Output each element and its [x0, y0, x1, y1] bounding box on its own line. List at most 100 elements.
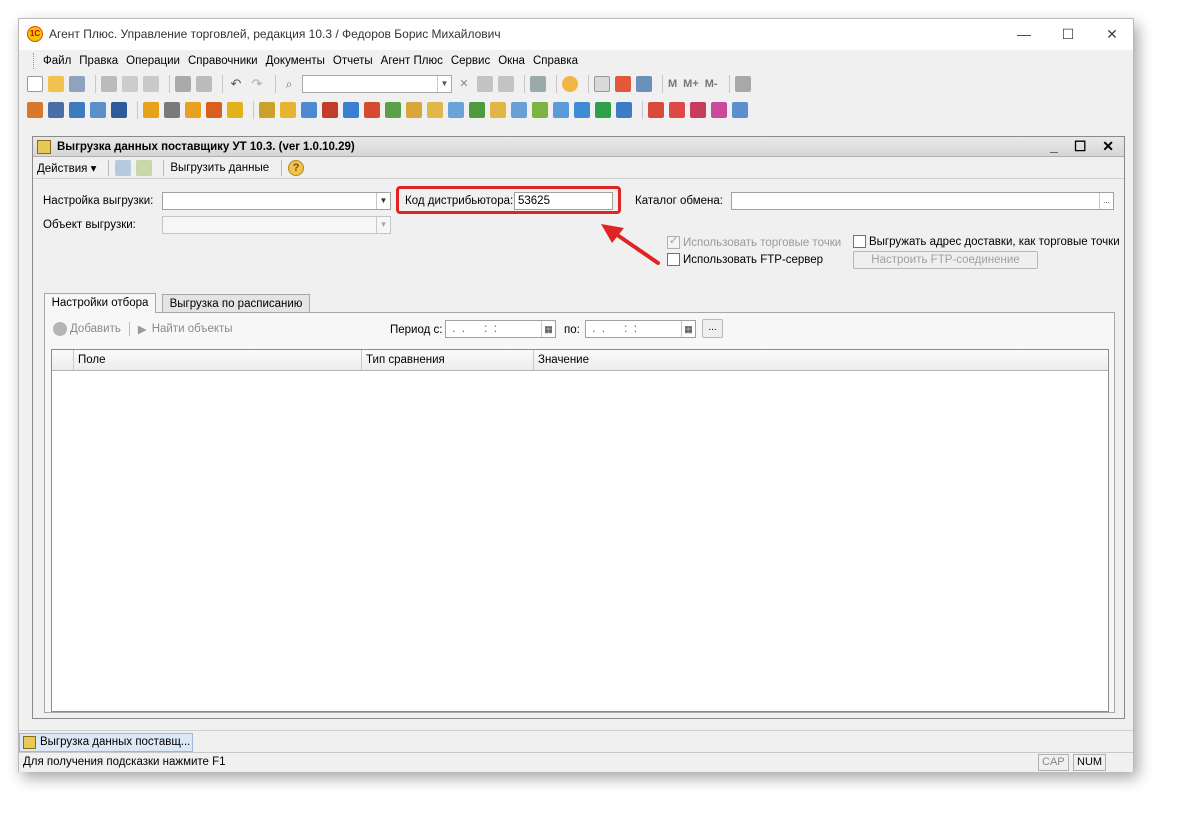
agent-action-icon[interactable]: [385, 102, 401, 118]
menu-reports[interactable]: Отчеты: [333, 55, 373, 67]
memory-plus-button[interactable]: M+: [683, 78, 699, 90]
agent-action-icon[interactable]: [111, 102, 127, 118]
print-preview-icon[interactable]: [196, 76, 212, 92]
agent-action-icon[interactable]: [143, 102, 159, 118]
export-delivery-address-checkbox[interactable]: Выгружать адрес доставки, как торговые т…: [853, 235, 1120, 248]
menu-help[interactable]: Справка: [533, 55, 578, 67]
column-value[interactable]: Значение: [534, 350, 1108, 370]
tools-icon[interactable]: [734, 76, 751, 92]
calendar-icon[interactable]: ▦: [541, 321, 555, 337]
agent-action-icon[interactable]: [259, 102, 275, 118]
agent-action-icon[interactable]: [322, 102, 338, 118]
agent-action-icon[interactable]: [406, 102, 422, 118]
tab-schedule-export[interactable]: Выгрузка по расписанию: [162, 294, 310, 313]
menu-operations[interactable]: Операции: [126, 55, 180, 67]
period-select-button[interactable]: ...: [702, 319, 723, 338]
browse-button[interactable]: ...: [1099, 193, 1113, 209]
clear-search-icon[interactable]: ✕: [456, 76, 472, 92]
chevron-down-icon[interactable]: ▼: [376, 193, 390, 209]
menu-agent-plus[interactable]: Агент Плюс: [381, 55, 443, 67]
agent-action-icon[interactable]: [532, 102, 548, 118]
agent-action-icon[interactable]: [711, 102, 727, 118]
calendar-icon[interactable]: ▦: [681, 321, 695, 337]
agent-action-icon[interactable]: [574, 102, 590, 118]
agent-action-icon[interactable]: [595, 102, 611, 118]
calendar-icon[interactable]: [615, 76, 631, 92]
chevron-down-icon[interactable]: ▼: [437, 76, 451, 92]
agent-action-icon[interactable]: [164, 102, 180, 118]
add-button[interactable]: Добавить: [70, 323, 121, 335]
configure-ftp-button[interactable]: Настроить FTP-соединение: [853, 251, 1038, 269]
agent-action-icon[interactable]: [448, 102, 464, 118]
maximize-button[interactable]: ☐: [1045, 19, 1091, 49]
agent-action-icon[interactable]: [69, 102, 85, 118]
export-setting-field[interactable]: ▼: [162, 192, 391, 210]
cut-icon[interactable]: [101, 76, 117, 92]
agent-action-icon[interactable]: [469, 102, 485, 118]
filter-grid[interactable]: Поле Тип сравнения Значение: [51, 349, 1109, 712]
period-from-field[interactable]: . . : : ▦: [445, 320, 556, 338]
memory-m-button[interactable]: M: [668, 78, 677, 90]
agent-action-icon[interactable]: [90, 102, 106, 118]
print-icon[interactable]: [175, 76, 191, 92]
chevron-down-icon[interactable]: ▼: [376, 217, 390, 233]
column-field[interactable]: Поле: [74, 350, 362, 370]
menu-edit[interactable]: Правка: [79, 55, 118, 67]
menu-windows[interactable]: Окна: [498, 55, 525, 67]
export-icon[interactable]: [136, 159, 153, 176]
close-button[interactable]: ✕: [1089, 19, 1135, 49]
agent-action-icon[interactable]: [27, 102, 43, 118]
use-ftp-checkbox[interactable]: Использовать FTP-сервер: [667, 253, 823, 266]
find-objects-button[interactable]: Найти объекты: [152, 323, 233, 335]
use-trade-points-checkbox[interactable]: Использовать торговые точки: [667, 234, 841, 249]
agent-action-icon[interactable]: [343, 102, 359, 118]
period-to-field[interactable]: . . : : ▦: [585, 320, 696, 338]
export-object-field[interactable]: ▼: [162, 216, 391, 234]
calculator-icon[interactable]: [594, 76, 610, 92]
minimize-button[interactable]: —: [1001, 19, 1047, 49]
form-window-controls[interactable]: _ ☐ ✕: [1050, 138, 1120, 155]
agent-action-icon[interactable]: [48, 102, 64, 118]
import-icon[interactable]: [115, 159, 132, 176]
save-icon[interactable]: [69, 76, 85, 92]
search-icon[interactable]: ⌕: [281, 76, 297, 92]
redo-icon[interactable]: ↷: [249, 76, 265, 92]
info-icon[interactable]: [562, 76, 578, 92]
agent-action-icon[interactable]: [427, 102, 443, 118]
export-data-button[interactable]: Выгрузить данные: [170, 162, 269, 174]
actions-menu-button[interactable]: Действия ▾: [37, 161, 96, 175]
find-next-icon[interactable]: [477, 76, 493, 92]
find-prev-icon[interactable]: [498, 76, 514, 92]
agent-action-icon[interactable]: [690, 102, 706, 118]
agent-action-icon[interactable]: [616, 102, 632, 118]
agent-action-icon[interactable]: [553, 102, 569, 118]
distributor-code-field[interactable]: 53625: [514, 192, 613, 210]
undo-icon[interactable]: ↶: [228, 76, 244, 92]
exchange-catalog-field[interactable]: ...: [731, 192, 1114, 210]
open-folder-icon[interactable]: [48, 76, 64, 92]
menu-catalogs[interactable]: Справочники: [188, 55, 258, 67]
taskbar-item-export-form[interactable]: Выгрузка данных поставщ...: [19, 733, 193, 752]
search-combo[interactable]: ▼: [302, 75, 452, 93]
paste-icon[interactable]: [143, 76, 159, 92]
menu-documents[interactable]: Документы: [266, 55, 325, 67]
help-icon[interactable]: ?: [288, 159, 305, 176]
memory-minus-button[interactable]: M-: [705, 78, 718, 90]
menu-file[interactable]: Файл: [43, 55, 71, 67]
agent-action-icon[interactable]: [280, 102, 296, 118]
agent-action-icon[interactable]: [490, 102, 506, 118]
agent-action-icon[interactable]: [669, 102, 685, 118]
agent-action-icon[interactable]: [648, 102, 664, 118]
users-icon[interactable]: [636, 76, 652, 92]
agent-action-icon[interactable]: [301, 102, 317, 118]
agent-action-icon[interactable]: [732, 102, 748, 118]
tab-filter-settings[interactable]: Настройки отбора: [44, 293, 156, 313]
agent-action-icon[interactable]: [511, 102, 527, 118]
agent-action-icon[interactable]: [185, 102, 201, 118]
copy-icon[interactable]: [122, 76, 138, 92]
menu-service[interactable]: Сервис: [451, 55, 490, 67]
column-comparison-type[interactable]: Тип сравнения: [362, 350, 534, 370]
new-document-icon[interactable]: [27, 76, 43, 92]
agent-action-icon[interactable]: [206, 102, 222, 118]
windows-icon[interactable]: [530, 76, 546, 92]
